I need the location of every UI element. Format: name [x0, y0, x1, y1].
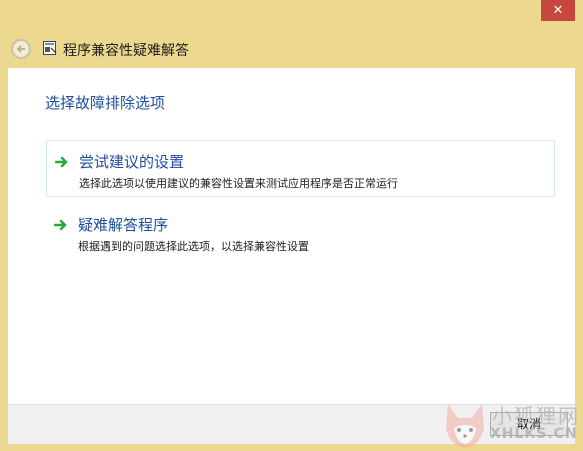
- option-troubleshoot-program[interactable]: 疑难解答程序 根据遇到的问题选择此选项，以选择兼容性设置: [46, 204, 555, 261]
- section-heading: 选择故障排除选项: [45, 94, 166, 112]
- footer-bar: 取消: [8, 404, 575, 444]
- cancel-button[interactable]: 取消: [490, 412, 568, 436]
- green-arrow-icon: [55, 156, 68, 168]
- program-icon: [43, 41, 57, 55]
- troubleshooter-window: ✕ 程序兼容性疑难解答 选择故障排除选项 尝试建议的设置 选择此选项以使用建议的…: [0, 0, 583, 451]
- green-arrow-icon: [54, 219, 67, 231]
- option-try-recommended-settings[interactable]: 尝试建议的设置 选择此选项以使用建议的兼容性设置来测试应用程序是否正常运行: [46, 140, 555, 197]
- option-title: 尝试建议的设置: [79, 153, 185, 171]
- option-title: 疑难解答程序: [78, 216, 169, 234]
- content-area: 选择故障排除选项 尝试建议的设置 选择此选项以使用建议的兼容性设置来测试应用程序…: [8, 68, 575, 404]
- header: 程序兼容性疑难解答: [0, 28, 583, 68]
- close-button[interactable]: ✕: [541, 0, 575, 21]
- option-description: 根据遇到的问题选择此选项，以选择兼容性设置: [78, 240, 309, 253]
- title-bar: ✕: [0, 0, 583, 28]
- option-description: 选择此选项以使用建议的兼容性设置来测试应用程序是否正常运行: [79, 177, 398, 190]
- back-button[interactable]: [11, 39, 31, 59]
- back-arrow-icon: [16, 45, 25, 53]
- window-title: 程序兼容性疑难解答: [63, 43, 189, 59]
